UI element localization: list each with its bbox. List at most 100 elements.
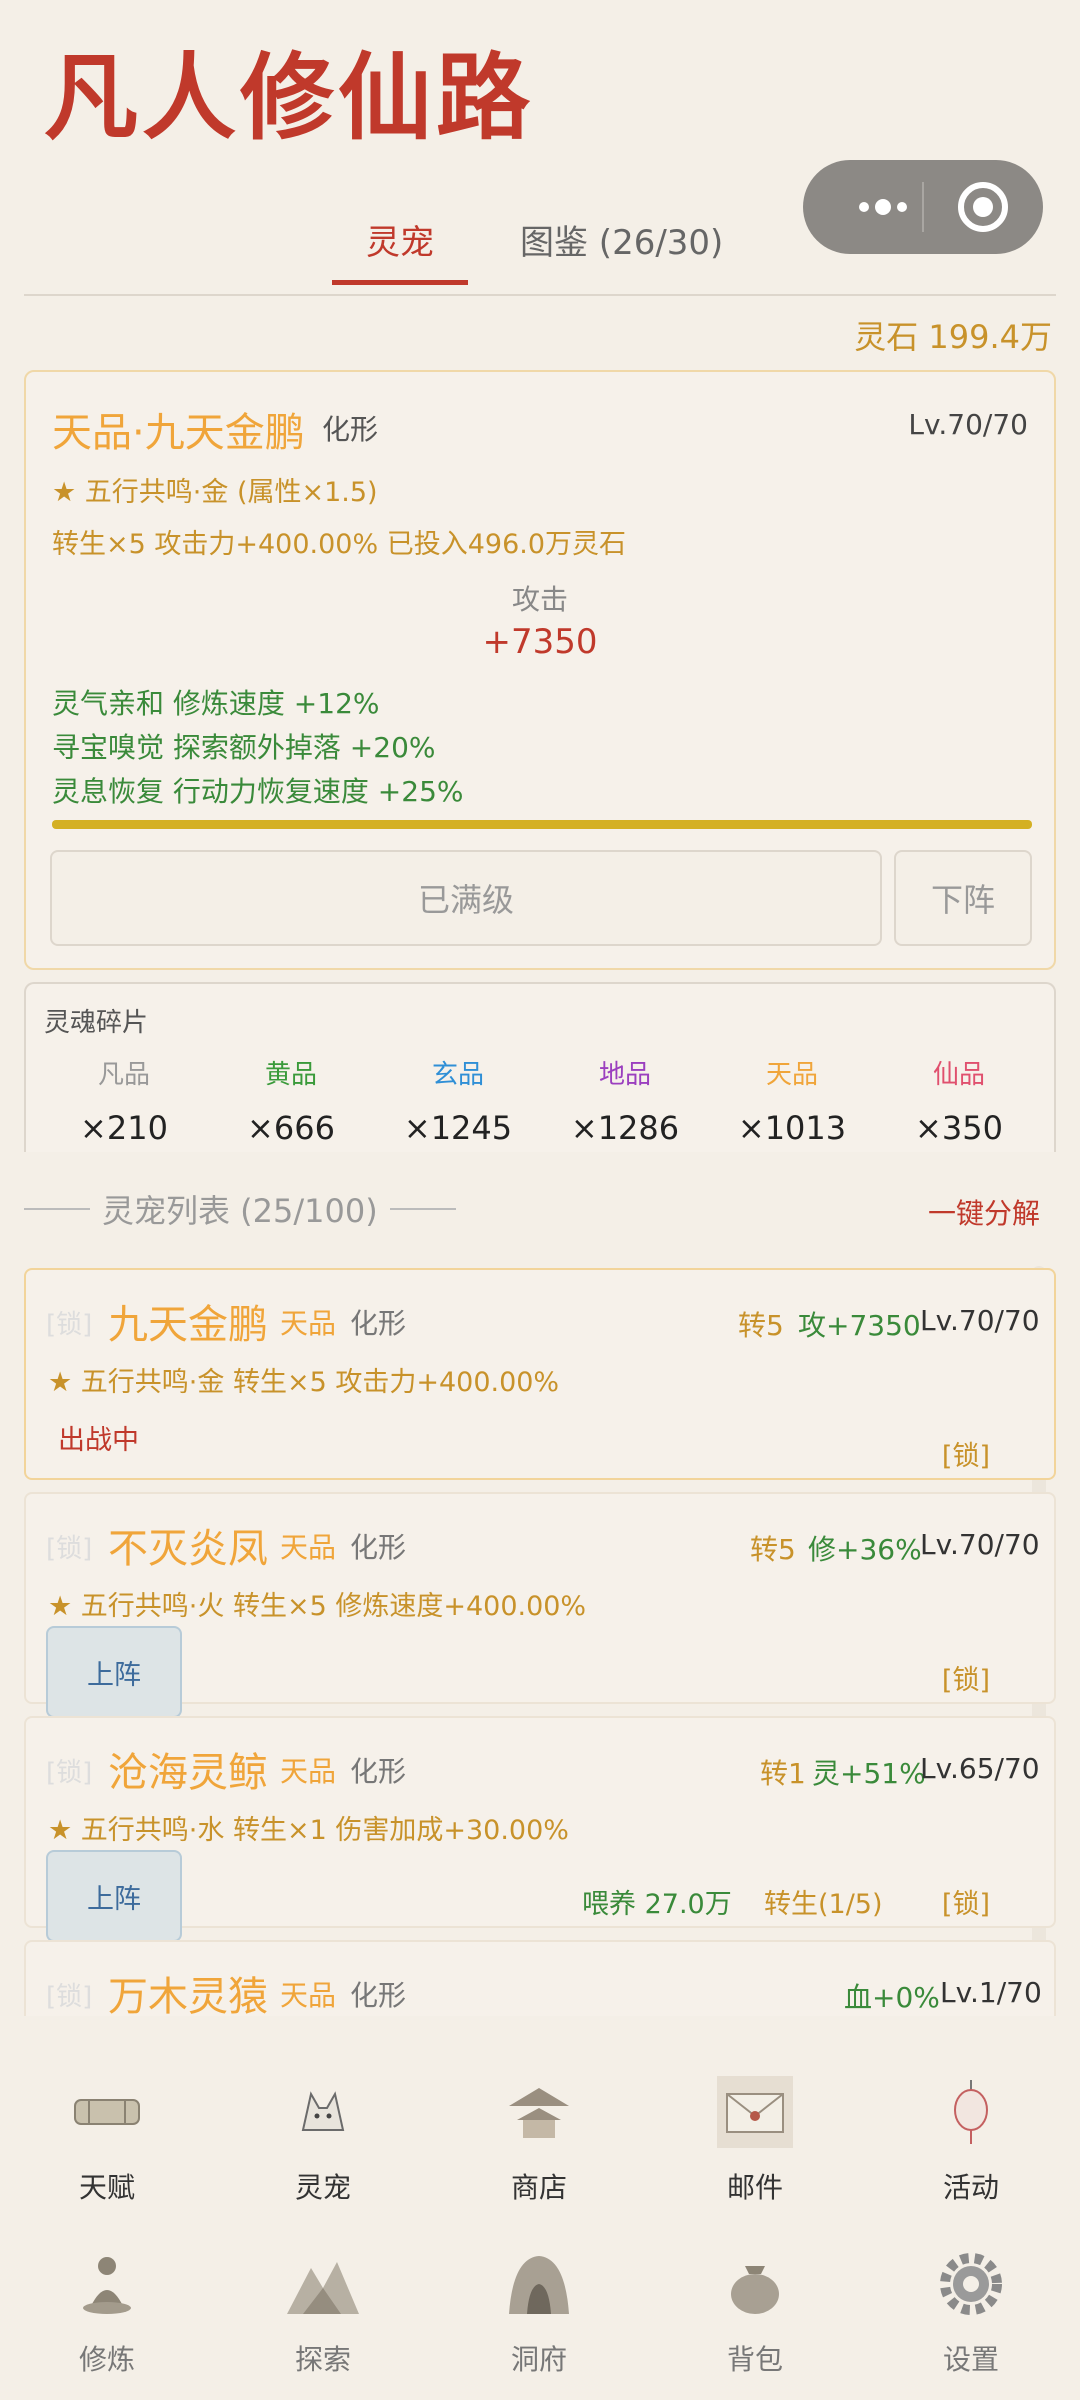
cave-icon	[509, 2256, 569, 2314]
nav-inventory[interactable]: 背包	[665, 2244, 845, 2378]
pet-bonus: 血+0%	[844, 1981, 940, 2014]
fragment-count: ×350	[915, 1109, 1003, 1147]
pet-list-item[interactable]: [锁] 不灭炎凤 天品 化形 转5 修+36% Lv.70/70 ★ 五行共鸣·…	[24, 1492, 1056, 1718]
app-title: 凡人修仙路	[44, 44, 535, 153]
nav-events[interactable]: 活动	[881, 2072, 1061, 2206]
pet-level: Lv.1/70	[940, 1976, 1042, 2009]
deploy-button[interactable]: 上阵	[46, 1850, 182, 1942]
fragment-item: 黄品 ×666	[221, 1054, 361, 1147]
in-battle-status: 出战中	[58, 1425, 139, 1456]
lock-tag: [锁]	[46, 1534, 93, 1564]
pet-list-item[interactable]: [锁] 沧海灵鲸 天品 化形 转1 灵+51% Lv.65/70 ★ 五行共鸣·…	[24, 1716, 1056, 1942]
close-target-icon[interactable]	[958, 182, 1008, 232]
lock-button[interactable]: [锁]	[942, 1882, 990, 1921]
bag-icon	[731, 2266, 779, 2314]
pet-summary: ★ 五行共鸣·金 转生×5 攻击力+400.00%	[48, 1367, 560, 1398]
rebirth-info: 转生×5 攻击力+400.00% 已投入496.0万灵石	[52, 529, 627, 560]
nav-talent[interactable]: 天赋	[17, 2072, 197, 2206]
pet-detail-card: 天品·九天金鹏 化形 Lv.70/70 ★ 五行共鸣·金 (属性×1.5) 转生…	[24, 370, 1056, 970]
nav-label: 洞府	[510, 2343, 567, 2376]
nav-shop[interactable]: 商店	[449, 2072, 629, 2206]
pet-list-item[interactable]: [锁] 九天金鹏 天品 化形 转5 攻+7350 Lv.70/70 ★ 五行共鸣…	[24, 1268, 1056, 1480]
pet-form: 化形	[350, 1979, 407, 2012]
tab-spirit-pet[interactable]: 灵宠	[366, 215, 434, 264]
pet-list[interactable]: [锁] 九天金鹏 天品 化形 转5 攻+7350 Lv.70/70 ★ 五行共鸣…	[24, 1266, 1056, 2016]
pet-grade: 天品	[280, 1307, 337, 1340]
feed-button[interactable]: 喂养 27.0万	[582, 1882, 732, 1921]
skill-item: 寻宝嗅觉 探索额外掉落 +20%	[52, 731, 436, 764]
header-rule	[389, 1208, 456, 1210]
nav-label: 活动	[942, 2171, 999, 2204]
lantern-icon	[954, 2080, 988, 2144]
level-progress-bar	[52, 820, 1032, 829]
nav-label: 灵宠	[294, 2171, 351, 2204]
pet-summary: ★ 五行共鸣·水 转生×1 伤害加成+30.00%	[48, 1815, 569, 1846]
element-resonance: ★ 五行共鸣·金 (属性×1.5)	[52, 477, 378, 508]
nav-explore[interactable]: 探索	[233, 2244, 413, 2378]
header-rule	[24, 1208, 90, 1210]
fragment-count: ×210	[80, 1109, 168, 1147]
pet-list-item[interactable]: [锁] 万木灵猿 天品 化形 血+0% Lv.1/70	[24, 1940, 1056, 2016]
pet-name: 沧海灵鲸	[108, 1750, 268, 1796]
pet-name: 九天金鹏	[108, 1302, 268, 1348]
pet-form: 化形	[350, 1531, 407, 1564]
more-icon[interactable]	[833, 160, 933, 254]
mini-program-capsule[interactable]	[803, 160, 1043, 254]
nav-mail[interactable]: 邮件	[665, 2072, 845, 2206]
remove-from-team-button[interactable]: 下阵	[894, 850, 1032, 946]
pet-level: Lv.70/70	[920, 1304, 1040, 1337]
nav-label: 探索	[294, 2343, 351, 2376]
stat-value: +7350	[482, 622, 598, 662]
nav-cave-abode[interactable]: 洞府	[449, 2244, 629, 2378]
lock-tag: [锁]	[46, 1982, 93, 2012]
soul-fragments-panel: 灵魂碎片 凡品 ×210 黄品 ×666 玄品 ×1245 地品 ×1286 天…	[24, 982, 1056, 1152]
lock-button[interactable]: [锁]	[942, 1434, 990, 1473]
gear-icon	[940, 2253, 1002, 2315]
nav-settings[interactable]: 设置	[881, 2244, 1061, 2378]
pet-name: 不灭炎凤	[108, 1526, 268, 1572]
fragment-grade: 地品	[598, 1060, 651, 1090]
pet-rebirth: 转5	[750, 1533, 796, 1566]
fragment-count: ×666	[247, 1109, 335, 1147]
skill-item: 灵气亲和 修炼速度 +12%	[52, 687, 380, 720]
fox-icon	[301, 2091, 345, 2131]
fragments-title: 灵魂碎片	[44, 1008, 149, 1038]
decompose-all-button[interactable]: 一键分解	[928, 1192, 1040, 1232]
lock-button[interactable]: [锁]	[942, 1658, 990, 1697]
stat-label: 攻击	[511, 583, 568, 616]
deploy-button[interactable]: 上阵	[46, 1626, 182, 1718]
fragment-grade: 黄品	[264, 1060, 317, 1090]
fragment-item: 天品 ×1013	[722, 1054, 862, 1147]
maxed-button[interactable]: 已满级	[50, 850, 882, 946]
tab-atlas[interactable]: 图鉴 (26/30)	[520, 215, 723, 264]
pet-bonus: 攻+7350	[798, 1309, 921, 1342]
rebirth-button[interactable]: 转生(1/5)	[764, 1882, 883, 1921]
fragment-count: ×1013	[737, 1109, 847, 1147]
pet-bonus: 灵+51%	[812, 1757, 926, 1790]
pet-grade: 天品	[280, 1979, 337, 2012]
pet-form: 化形	[322, 413, 379, 446]
fragment-count: ×1245	[403, 1109, 513, 1147]
fragment-grade: 天品	[765, 1060, 818, 1090]
pet-level: Lv.65/70	[920, 1752, 1040, 1785]
envelope-icon	[717, 2076, 793, 2148]
nav-cultivate[interactable]: 修炼	[17, 2244, 197, 2378]
fragment-item: 地品 ×1286	[555, 1054, 695, 1147]
pet-rebirth: 转1	[760, 1757, 806, 1790]
nav-label: 修炼	[78, 2343, 135, 2376]
lock-tag: [锁]	[46, 1310, 93, 1340]
nav-label: 背包	[726, 2343, 783, 2376]
nav-label: 商店	[510, 2171, 567, 2204]
fragment-count: ×1286	[570, 1109, 680, 1147]
lock-tag: [锁]	[46, 1758, 93, 1788]
fragment-item: 玄品 ×1245	[388, 1054, 528, 1147]
fragment-grade: 仙品	[932, 1060, 985, 1090]
nav-spirit-pet[interactable]: 灵宠	[233, 2072, 413, 2206]
tab-divider	[24, 294, 1056, 296]
pet-name: 天品·九天金鹏	[52, 410, 305, 456]
pet-name: 万木灵猿	[108, 1974, 268, 2016]
pet-form: 化形	[350, 1755, 407, 1788]
nav-label: 设置	[942, 2343, 999, 2376]
scroll-icon	[74, 2099, 140, 2125]
nav-label: 天赋	[78, 2171, 135, 2204]
